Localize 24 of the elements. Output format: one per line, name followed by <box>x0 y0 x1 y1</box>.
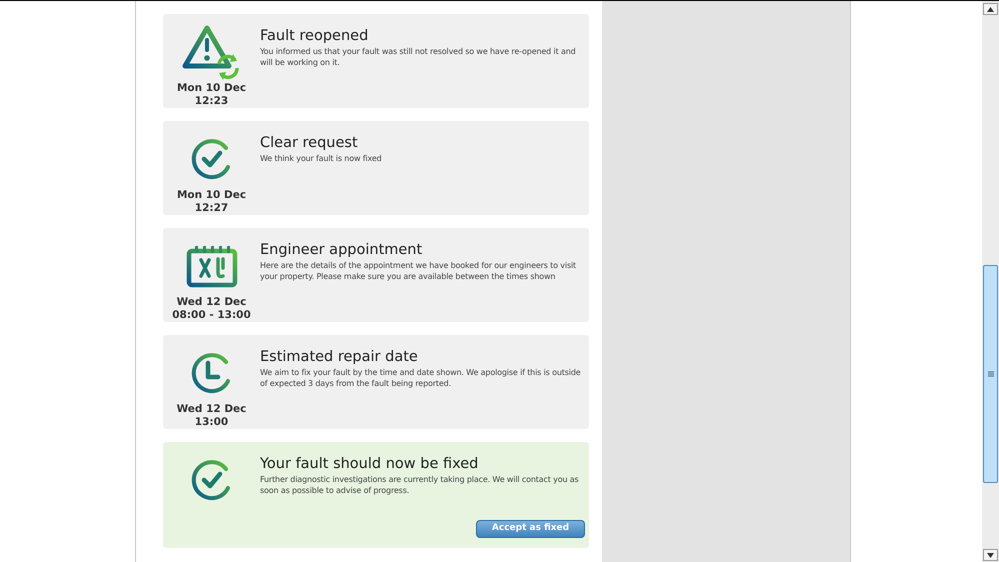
event-title: Estimated repair date <box>260 348 419 367</box>
scroll-up-icon[interactable] <box>983 3 998 15</box>
event-date: Mon 10 Dec <box>176 82 246 95</box>
event-description: Here are the details of the appointment we have booked for our engineers to visit your property. Please make sure you are available between the times shown <box>260 261 578 282</box>
event-date: Mon 10 Dec <box>176 189 246 202</box>
scrollbar[interactable] <box>982 1 999 562</box>
event-title: Your fault should now be fixed <box>260 455 480 474</box>
event-time: 13:00 <box>194 416 228 429</box>
event-time: 12:23 <box>194 95 228 108</box>
scroll-thumb[interactable] <box>983 265 998 483</box>
event-description: You informed us that your fault was still not resolved so we have re-opened it and will be working on it. <box>260 47 577 68</box>
event-date: Wed 12 Dec <box>176 296 246 309</box>
event-time: 12:27 <box>194 202 228 215</box>
accept-button[interactable]: Accept as fixed <box>476 520 585 538</box>
event-title: Engineer appointment <box>260 241 424 260</box>
event-description: We think your fault is now fixed <box>260 154 383 164</box>
event-date: Wed 12 Dec <box>176 403 246 416</box>
scroll-down-icon[interactable] <box>983 549 998 561</box>
event-description: Further diagnostic investigations are currently taking place. We will contact you as soon as possible to advise of progress. <box>260 475 580 496</box>
event-time: 08:00 - 13:00 <box>172 309 251 322</box>
event-title: Fault reopened <box>260 27 370 46</box>
event-title: Clear request <box>260 134 359 153</box>
calendar-tools-icon <box>184 244 238 288</box>
event-description: We aim to fix your fault by the time and date shown. We apologise if this is outside of expected 3 days from the fault being reported. <box>260 368 582 389</box>
